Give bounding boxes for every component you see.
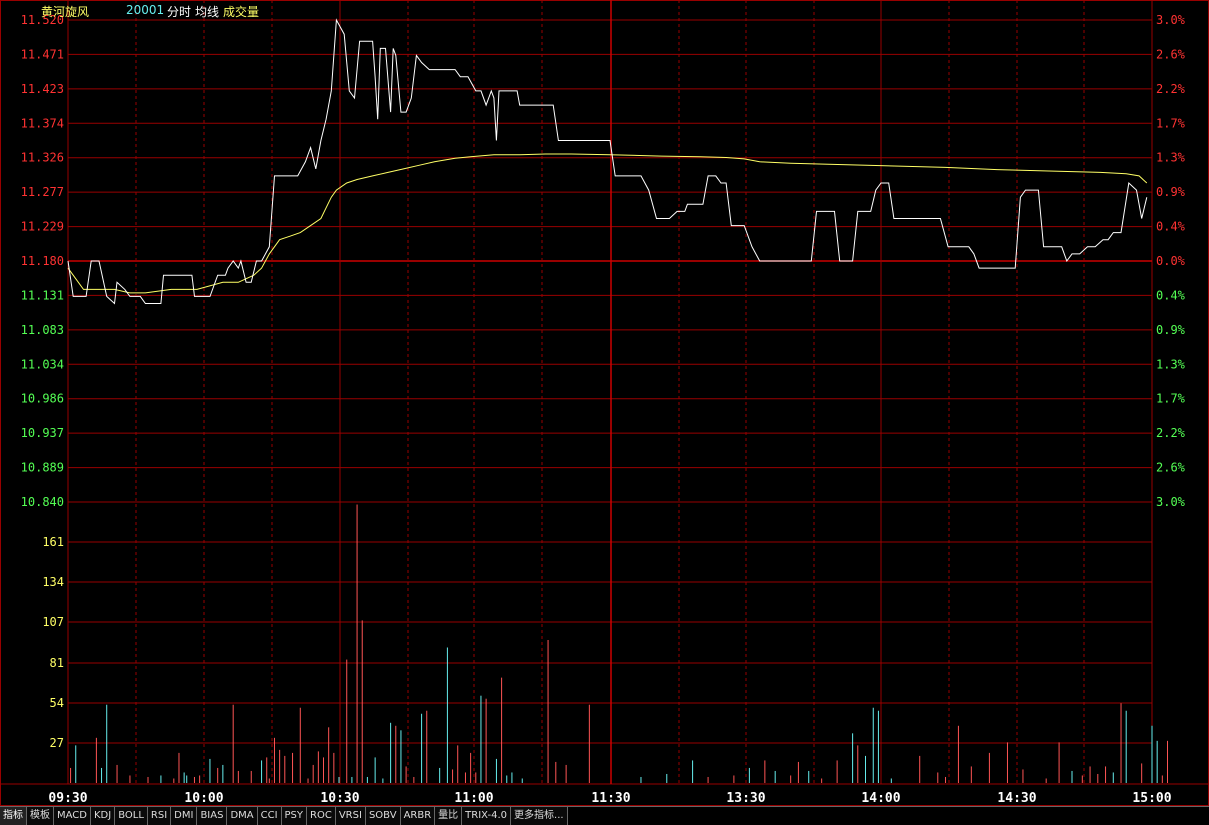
time-tick-label: 11:00 bbox=[454, 791, 493, 806]
toolbar-item[interactable]: 更多指标... bbox=[511, 807, 568, 825]
toolbar-item[interactable]: DMI bbox=[171, 807, 198, 825]
label-junxian: 均线 bbox=[195, 5, 220, 19]
toolbar-item[interactable]: MACD bbox=[54, 807, 91, 825]
volume-tick-label: 161 bbox=[42, 535, 64, 549]
volume-tick-label: 134 bbox=[42, 575, 64, 589]
time-tick-label: 10:00 bbox=[184, 791, 223, 806]
toolbar-item[interactable]: VRSI bbox=[335, 807, 366, 825]
price-tick-label: 11.277 bbox=[21, 185, 64, 199]
pct-tick-label: 1.7% bbox=[1156, 392, 1186, 406]
pct-tick-label: 2.2% bbox=[1156, 82, 1186, 96]
time-tick-label: 14:00 bbox=[861, 791, 900, 806]
intraday-chart[interactable]: 11.520 3.0%11.471 2.6%11.423 2.2%11.374 1.7%… bbox=[0, 0, 1209, 806]
toolbar-item[interactable]: SOBV bbox=[365, 807, 401, 825]
time-tick-label: 15:00 bbox=[1132, 791, 1171, 806]
label-fenshi: 分时 bbox=[167, 5, 192, 19]
toolbar-item[interactable]: 指标 bbox=[0, 807, 27, 825]
stock-code: 20001 bbox=[126, 3, 165, 17]
price-tick-label: 10.937 bbox=[21, 426, 64, 440]
pct-tick-label: 2.2% bbox=[1156, 426, 1186, 440]
volume-tick-label: 107 bbox=[42, 615, 64, 629]
price-tick-label: 10.889 bbox=[21, 461, 64, 475]
toolbar-item[interactable]: RSI bbox=[147, 807, 172, 825]
time-tick-label: 14:30 bbox=[997, 791, 1036, 806]
volume-tick-label: 27 bbox=[50, 736, 64, 750]
volume-tick-label: 54 bbox=[50, 696, 64, 710]
volume-tick-label: 81 bbox=[50, 656, 64, 670]
toolbar-item[interactable]: BIAS bbox=[197, 807, 228, 825]
toolbar-item[interactable]: 模板 bbox=[27, 807, 54, 825]
price-tick-label: 11.180 bbox=[21, 254, 64, 268]
toolbar-item[interactable]: ROC bbox=[307, 807, 336, 825]
price-tick-label: 11.083 bbox=[21, 323, 64, 337]
toolbar-item[interactable]: DMA bbox=[227, 807, 258, 825]
price-tick-label: 11.131 bbox=[21, 288, 64, 302]
price-tick-label: 11.423 bbox=[21, 82, 64, 96]
toolbar-item[interactable]: PSY bbox=[281, 807, 308, 825]
pct-tick-label: 0.9% bbox=[1156, 323, 1186, 337]
time-tick-label: 13:30 bbox=[726, 791, 765, 806]
pct-tick-label: 2.6% bbox=[1156, 47, 1186, 61]
price-tick-label: 11.326 bbox=[21, 151, 64, 165]
toolbar-item[interactable]: TRIX-4.0 bbox=[462, 807, 512, 825]
price-tick-label: 10.840 bbox=[21, 495, 64, 509]
pct-tick-label: 2.6% bbox=[1156, 461, 1186, 475]
pct-tick-label: 1.3% bbox=[1156, 151, 1186, 165]
pct-tick-label: 1.3% bbox=[1156, 357, 1186, 371]
time-tick-label: 11:30 bbox=[591, 791, 630, 806]
toolbar-item[interactable]: KDJ bbox=[90, 807, 116, 825]
pct-tick-label: 0.9% bbox=[1156, 185, 1186, 199]
pct-tick-label: 0.0% bbox=[1156, 254, 1186, 268]
pct-tick-label: 3.0% bbox=[1156, 13, 1186, 27]
toolbar-item[interactable]: CCI bbox=[257, 807, 282, 825]
price-tick-label: 11.374 bbox=[21, 116, 64, 130]
price-tick-label: 11.034 bbox=[21, 357, 64, 371]
time-tick-label: 09:30 bbox=[48, 791, 87, 806]
pct-tick-label: 0.4% bbox=[1156, 220, 1186, 234]
stock-name: 黄河旋风 bbox=[41, 5, 90, 19]
pct-tick-label: 0.4% bbox=[1156, 288, 1186, 302]
toolbar-item[interactable]: 量比 bbox=[435, 807, 463, 825]
toolbar-item[interactable]: ARBR bbox=[400, 807, 436, 825]
label-volume: 成交量 bbox=[223, 5, 260, 19]
price-tick-label: 11.229 bbox=[21, 220, 64, 234]
pct-tick-label: 3.0% bbox=[1156, 495, 1186, 509]
time-tick-label: 10:30 bbox=[320, 791, 359, 806]
price-tick-label: 10.986 bbox=[21, 392, 64, 406]
pct-tick-label: 1.7% bbox=[1156, 116, 1186, 130]
toolbar-item[interactable]: BOLL bbox=[115, 807, 148, 825]
chart-frame bbox=[0, 0, 1209, 806]
price-tick-label: 11.471 bbox=[21, 47, 64, 61]
indicator-toolbar: 指标 模板 MACD KDJ BOLL RSI DMI BIAS DMA CCI PSY ROC VRS… bbox=[0, 806, 1209, 825]
avg-price-line bbox=[67, 153, 1148, 294]
